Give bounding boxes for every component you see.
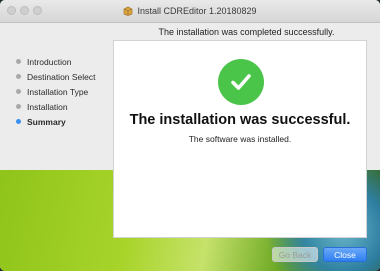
step-bullet-icon (16, 59, 21, 64)
title-bar[interactable]: Install CDREditor 1.20180829 (0, 0, 380, 23)
step-installation-type: Installation Type (16, 84, 96, 99)
step-label: Installation (27, 101, 68, 112)
checkmark-circle-icon (218, 59, 264, 105)
step-label: Destination Select (27, 71, 96, 82)
step-installation: Installation (16, 99, 96, 114)
step-label: Summary (27, 116, 66, 127)
step-label: Installation Type (27, 86, 89, 97)
window-title-group: Install CDREditor 1.20180829 (0, 0, 380, 22)
step-label: Introduction (27, 56, 72, 67)
package-icon (123, 6, 133, 16)
success-heading: The installation was successful. (129, 112, 351, 128)
step-bullet-icon (16, 104, 21, 109)
step-introduction: Introduction (16, 54, 96, 69)
step-destination-select: Destination Select (16, 69, 96, 84)
step-bullet-icon (16, 74, 21, 79)
go-back-button[interactable]: Go Back (272, 247, 318, 262)
status-message: The installation was completed successfu… (158, 27, 335, 37)
success-subtext: The software was installed. (188, 134, 292, 144)
installer-steps-sidebar: Introduction Destination Select Installa… (16, 54, 96, 129)
close-button[interactable]: Close (323, 247, 367, 262)
window-title: Install CDREditor 1.20180829 (137, 6, 257, 16)
step-bullet-icon (16, 89, 21, 94)
step-bullet-active-icon (16, 119, 21, 124)
content-panel: The installation was successful. The sof… (113, 40, 367, 238)
installer-window: Install CDREditor 1.20180829 The install… (0, 0, 380, 271)
step-summary: Summary (16, 114, 96, 129)
